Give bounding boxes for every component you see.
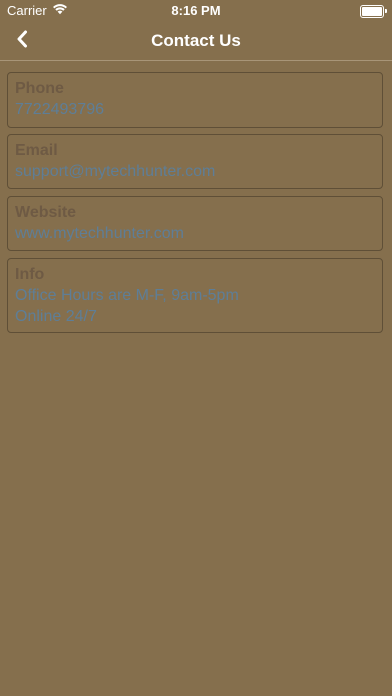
battery-icon	[360, 5, 387, 18]
website-value[interactable]: www.mytechhunter.com	[15, 223, 375, 244]
phone-value[interactable]: 7722493796	[15, 99, 375, 120]
email-card: Email support@mytechhunter.com	[7, 134, 383, 189]
battery-level	[362, 7, 382, 16]
email-value[interactable]: support@mytechhunter.com	[15, 161, 375, 182]
navigation-bar: Contact Us	[0, 22, 392, 60]
website-label: Website	[15, 204, 77, 221]
phone-card: Phone 7722493796	[7, 72, 383, 128]
battery-cap	[385, 9, 387, 13]
email-label: Email	[15, 142, 58, 159]
website-card: Website www.mytechhunter.com	[7, 196, 383, 251]
info-card: Info Office Hours are M-F, 9am-5pm Onlin…	[7, 258, 383, 333]
info-label: Info	[15, 266, 45, 283]
phone-label: Phone	[15, 80, 64, 97]
status-bar: Carrier 8:16 PM	[0, 0, 392, 22]
status-time: 8:16 PM	[171, 3, 221, 18]
info-online: Online 24/7	[15, 308, 97, 325]
page-title: Contact Us	[151, 31, 241, 50]
nav-divider	[0, 60, 392, 61]
info-hours: Office Hours are M-F, 9am-5pm	[15, 287, 239, 304]
